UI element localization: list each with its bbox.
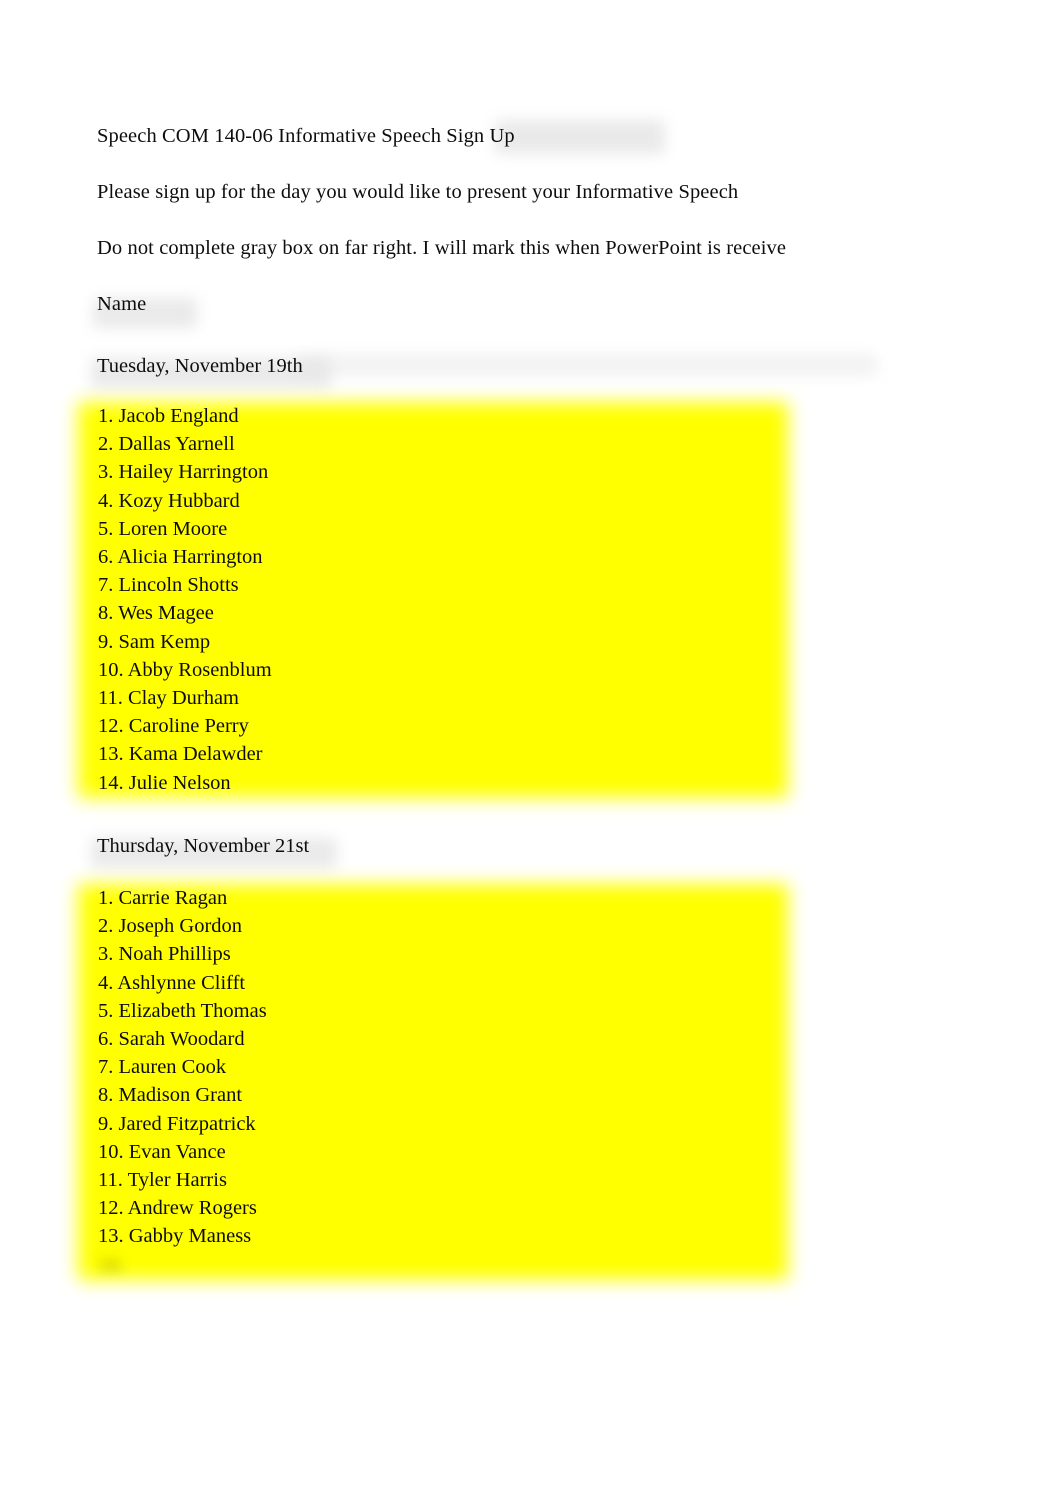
list-item[interactable]: 10. Evan Vance — [78, 1138, 800, 1166]
list-item-redacted[interactable]: 14. — [78, 1251, 800, 1279]
instruction-line-2: Do not complete gray box on far right. I… — [97, 237, 787, 259]
page-title: Speech COM 140-06 Informative Speech Sig… — [97, 120, 957, 154]
scan-smudge-title — [495, 120, 665, 154]
list-item[interactable]: 14. Julie Nelson — [78, 769, 800, 797]
column-header-name: Name — [93, 290, 957, 328]
signup-list-tuesday[interactable]: 1. Jacob England 2. Dallas Yarnell 3. Ha… — [78, 402, 800, 798]
document-header: Speech COM 140-06 Informative Speech Sig… — [93, 120, 957, 328]
list-item[interactable]: 1. Jacob England — [78, 402, 800, 430]
list-item[interactable]: 5. Elizabeth Thomas — [78, 997, 800, 1025]
list-item[interactable]: 8. Madison Grant — [78, 1081, 800, 1109]
list-item[interactable]: 6. Alicia Harrington — [78, 543, 800, 571]
list-item[interactable]: 1. Carrie Ragan — [78, 884, 800, 912]
entry-list-thursday: 1. Carrie Ragan 2. Joseph Gordon 3. Noah… — [78, 884, 800, 1279]
list-item[interactable]: 7. Lauren Cook — [78, 1053, 800, 1081]
list-item[interactable]: 6. Sarah Woodard — [78, 1025, 800, 1053]
list-item[interactable]: 9. Jared Fitzpatrick — [78, 1110, 800, 1138]
scan-smudge-tuesday-trail — [297, 354, 877, 376]
list-item[interactable]: 9. Sam Kemp — [78, 628, 800, 656]
list-item[interactable]: 12. Caroline Perry — [78, 712, 800, 740]
list-item[interactable]: 8. Wes Magee — [78, 599, 800, 627]
list-item[interactable]: 13. Kama Delawder — [78, 740, 800, 768]
entry-list-tuesday: 1. Jacob England 2. Dallas Yarnell 3. Ha… — [78, 402, 800, 797]
list-item[interactable]: 12. Andrew Rogers — [78, 1194, 800, 1222]
list-item[interactable]: 2. Joseph Gordon — [78, 912, 800, 940]
instruction-line-1: Please sign up for the day you would lik… — [97, 181, 739, 203]
section-heading-tuesday: Tuesday, November 19th — [91, 352, 877, 388]
list-item[interactable]: 10. Abby Rosenblum — [78, 656, 800, 684]
list-item[interactable]: 5. Loren Moore — [78, 515, 800, 543]
document-page: Speech COM 140-06 Informative Speech Sig… — [0, 0, 1062, 1506]
list-item[interactable]: 2. Dallas Yarnell — [78, 430, 800, 458]
list-item[interactable]: 11. Clay Durham — [78, 684, 800, 712]
section-heading-thursday: Thursday, November 21st — [91, 832, 337, 868]
list-item[interactable]: 11. Tyler Harris — [78, 1166, 800, 1194]
list-item[interactable]: 13. Gabby Maness — [78, 1222, 800, 1250]
signup-list-thursday[interactable]: 1. Carrie Ragan 2. Joseph Gordon 3. Noah… — [78, 884, 800, 1280]
list-item[interactable]: 4. Kozy Hubbard — [78, 487, 800, 515]
list-item[interactable]: 7. Lincoln Shotts — [78, 571, 800, 599]
list-item[interactable]: 3. Hailey Harrington — [78, 458, 800, 486]
list-item[interactable]: 3. Noah Phillips — [78, 940, 800, 968]
list-item[interactable]: 4. Ashlynne Clifft — [78, 969, 800, 997]
